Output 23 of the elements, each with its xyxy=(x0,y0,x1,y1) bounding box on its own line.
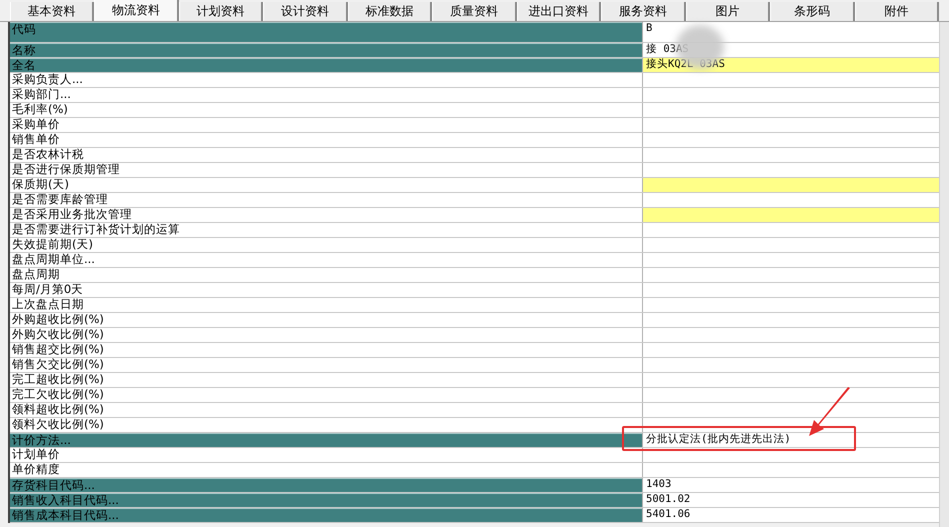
tab[interactable]: 服务资料 xyxy=(601,2,686,21)
field-label: 代码 xyxy=(10,22,642,42)
tab[interactable]: 物流资料 xyxy=(94,0,179,21)
tab[interactable]: 设计资料 xyxy=(263,2,348,21)
tab[interactable]: 图片 xyxy=(686,2,770,21)
tab[interactable]: 计划资料 xyxy=(178,2,264,21)
field-label: 存货科目代码... xyxy=(10,478,642,492)
tab[interactable]: 基本资料 xyxy=(10,2,94,21)
tab[interactable]: 标准数据 xyxy=(348,2,432,21)
field-label: 计价方法... xyxy=(10,433,642,447)
field-label: 销售成本科目代码... xyxy=(10,508,642,522)
tab[interactable]: 进出口资料 xyxy=(516,2,602,21)
field-label: 全名 xyxy=(10,58,642,72)
tab[interactable]: 附件 xyxy=(854,2,939,21)
tab[interactable]: 条形码 xyxy=(770,2,855,21)
arrow-icon xyxy=(807,387,851,437)
field-label: 名称 xyxy=(10,43,642,57)
field-value[interactable] xyxy=(642,178,939,192)
scrollbar[interactable] xyxy=(939,22,949,527)
field-value[interactable] xyxy=(642,208,939,222)
tab[interactable]: 质量资料 xyxy=(432,2,517,21)
field-value[interactable]: 接头KQ2L 03AS xyxy=(642,58,939,72)
field-label: 销售收入科目代码... xyxy=(10,493,642,507)
